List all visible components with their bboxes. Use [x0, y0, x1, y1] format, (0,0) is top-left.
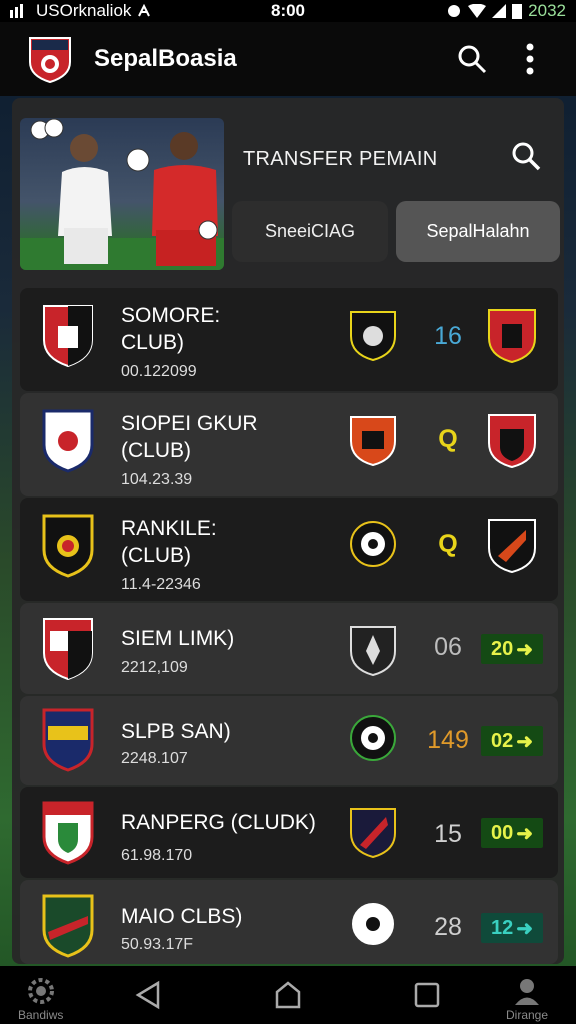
- section-search-button[interactable]: [510, 140, 542, 172]
- transfer-score: 16: [434, 322, 462, 350]
- tab-sneeiciag[interactable]: SneeiCIAG: [232, 201, 388, 262]
- profile-icon: [515, 979, 540, 1005]
- nav-right-label: Dirange: [506, 1008, 549, 1022]
- transfer-fee-badge[interactable]: 12 ➜: [481, 913, 543, 943]
- status-right: 2032: [446, 1, 566, 21]
- transfer-row[interactable]: RANKILE: (CLUB) 11.4-22346 Q: [20, 498, 558, 601]
- transfer-score: 06: [434, 633, 462, 661]
- arrow-right-icon: ➜: [516, 822, 533, 845]
- club-badge-icon: [350, 311, 396, 362]
- club-crest-icon: [42, 514, 94, 578]
- wifi-icon: [468, 4, 487, 18]
- arrow-right-icon: ➜: [516, 638, 533, 661]
- transfer-date: 11.4-22346: [121, 576, 201, 593]
- club-crest-icon: [42, 894, 94, 958]
- transfer-date: 2248.107: [121, 750, 188, 767]
- fee-value: 00: [490, 821, 514, 844]
- destination-crest-icon: [488, 309, 536, 364]
- club-name-line2: CLUB): [121, 331, 185, 354]
- transfer-row[interactable]: RANPERG (CLUDK) 61.98.170 15 00 ➜: [20, 787, 558, 878]
- soccer-ball-icon: [350, 715, 396, 761]
- club-crest-icon: [42, 801, 94, 865]
- club-badge-icon: [350, 626, 396, 677]
- transfer-date: 50.93.17F: [121, 936, 194, 953]
- club-crest-icon: [43, 305, 93, 368]
- app-bar: SepalBoasia: [0, 22, 576, 96]
- settings-icon: [27, 978, 54, 1004]
- transfer-score: Q: [438, 425, 458, 453]
- carrier-name: USOrknaliok: [36, 1, 132, 20]
- transfer-row[interactable]: SIEM LIMK) 2212,109 06 20 ➜: [20, 603, 558, 694]
- transfer-row[interactable]: SLPB SAN) 2248.107 149 02 ➜: [20, 696, 558, 785]
- transfer-score: 149: [427, 726, 469, 754]
- arrow-right-icon: ➜: [516, 917, 533, 940]
- tab-sepalhalahn[interactable]: SepalHalahn: [396, 201, 560, 262]
- fee-value: 20: [490, 637, 514, 660]
- fee-value: 02: [490, 729, 514, 752]
- club-name-line1: RANPERG (CLUDK): [121, 811, 316, 834]
- app-logo-icon: [29, 37, 71, 84]
- transfer-score: 15: [434, 820, 462, 848]
- club-name-line2: (CLUB): [121, 544, 192, 567]
- network-icon: [138, 4, 151, 17]
- club-name-line1: RANKILE:: [121, 517, 217, 540]
- club-badge-icon: [350, 808, 396, 859]
- nav-home-button[interactable]: [274, 980, 302, 1010]
- alarm-icon: [448, 5, 461, 17]
- club-crest-icon: [43, 618, 93, 681]
- transfer-fee-badge[interactable]: 02 ➜: [481, 726, 543, 756]
- club-name-line2: (CLUB): [121, 439, 192, 462]
- home-icon: [275, 981, 301, 1009]
- status-left: USOrknaliok: [10, 1, 151, 21]
- hero-image[interactable]: [20, 118, 224, 270]
- section-title: TRANSFER PEMAIN: [243, 148, 438, 170]
- club-crest-icon: [42, 708, 94, 772]
- status-bar: USOrknaliok 8:00 2032: [0, 0, 576, 22]
- search-icon: [512, 142, 541, 171]
- search-icon: [458, 45, 487, 74]
- club-name-line1: SIEM LIMK): [121, 627, 235, 650]
- nav-back-button[interactable]: [134, 980, 162, 1010]
- cell-signal-icon: [492, 4, 507, 18]
- nav-profile-button[interactable]: Dirange: [506, 976, 548, 1022]
- fee-value: 12: [490, 916, 514, 939]
- search-button[interactable]: [452, 39, 492, 79]
- destination-crest-icon: [488, 519, 536, 574]
- transfer-date: 00.122099: [121, 363, 197, 380]
- transfer-date: 104.23.39: [121, 471, 193, 488]
- club-badge-icon: [350, 416, 396, 467]
- navigation-bar: Bandiws Dirange: [0, 966, 576, 1024]
- soccer-ball-icon: [350, 901, 396, 947]
- club-name-line1: SLPB SAN): [121, 720, 231, 743]
- back-icon: [135, 980, 160, 1010]
- more-vert-icon: [526, 43, 534, 75]
- club-name-line1: SOMORE:: [121, 304, 221, 327]
- nav-left-label: Bandiws: [18, 1008, 64, 1022]
- transfer-score: Q: [438, 530, 458, 558]
- transfer-fee-badge[interactable]: 00 ➜: [481, 818, 543, 848]
- transfer-row[interactable]: SIOPEI GKUR (CLUB) 104.23.39 Q: [20, 393, 558, 496]
- nav-recents-button[interactable]: [414, 982, 440, 1008]
- club-name-line1: MAIO CLBS): [121, 905, 243, 928]
- players-illustration: [20, 118, 224, 270]
- battery-text: 2032: [528, 1, 566, 20]
- transfer-score: 28: [434, 913, 462, 941]
- signal-bars-icon: [10, 4, 23, 18]
- transfer-row[interactable]: SOMORE: CLUB) 00.122099 16: [20, 288, 558, 391]
- status-time: 8:00: [270, 1, 306, 20]
- transfer-date: 2212,109: [121, 659, 188, 676]
- transfer-date: 61.98.170: [121, 847, 193, 864]
- more-options-button[interactable]: [510, 39, 550, 79]
- club-name-line1: SIOPEI GKUR: [121, 412, 258, 435]
- soccer-ball-icon: [350, 521, 396, 567]
- nav-settings-button[interactable]: Bandiws: [18, 976, 63, 1022]
- arrow-right-icon: ➜: [516, 730, 533, 753]
- transfer-fee-badge[interactable]: 20 ➜: [481, 634, 543, 664]
- destination-crest-icon: [488, 414, 536, 469]
- transfer-row[interactable]: MAIO CLBS) 50.93.17F 28 12 ➜: [20, 880, 558, 964]
- club-crest-icon: [42, 409, 94, 473]
- recents-icon: [414, 982, 440, 1008]
- app-title: SepalBoasia: [94, 45, 237, 72]
- battery-icon: [512, 4, 523, 19]
